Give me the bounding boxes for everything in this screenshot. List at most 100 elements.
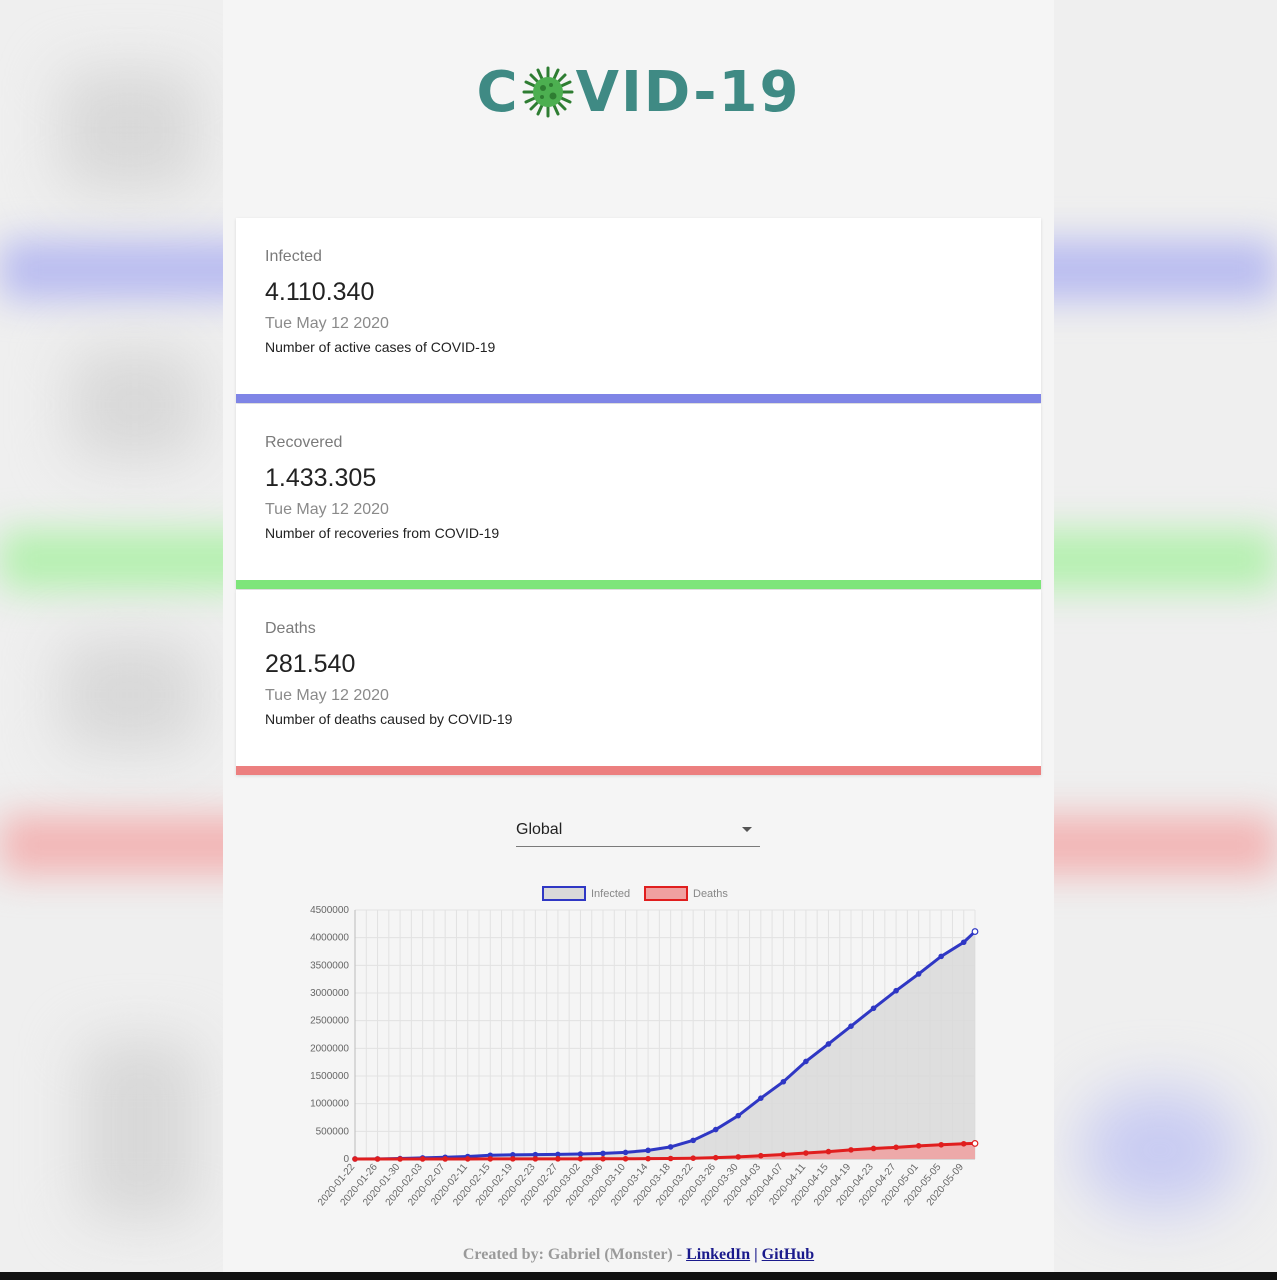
- y-tick-label: 2500000: [310, 1016, 349, 1027]
- data-point: [442, 1156, 448, 1162]
- footer-separator: |: [750, 1246, 762, 1263]
- cases-line-chart: Infected Deaths05000001000000150000020000…: [310, 886, 979, 1208]
- data-point: [555, 1156, 561, 1162]
- logo-text-right: VID-19: [575, 59, 801, 125]
- deaths-card: Deaths 281.540 Tue May 12 2020 Number of…: [236, 590, 1041, 775]
- card-date: Tue May 12 2020: [265, 315, 389, 332]
- card-date: Tue May 12 2020: [265, 687, 389, 704]
- card-description: Number of active cases of COVID-19: [265, 339, 496, 355]
- backdrop-shape: [80, 1040, 200, 1220]
- data-point: [735, 1154, 742, 1160]
- data-point: [600, 1156, 606, 1162]
- data-point: [712, 1126, 719, 1133]
- data-point: [848, 1023, 854, 1030]
- logo-text: C VID-19: [477, 60, 801, 125]
- github-link[interactable]: GitHub: [762, 1246, 814, 1263]
- logo-text-left: C: [476, 59, 520, 125]
- caret-down-icon: [742, 827, 752, 832]
- app-page: C VID-19 Infected 4.110.340 Tue May 12 2…: [223, 0, 1054, 1272]
- data-point: [938, 953, 944, 960]
- recovered-color-bar: [236, 580, 1041, 589]
- card-label: Infected: [265, 248, 322, 265]
- data-point: [419, 1156, 426, 1162]
- data-point: [893, 1144, 899, 1151]
- data-point: [915, 1143, 922, 1149]
- backdrop-shape: [70, 350, 200, 460]
- data-point: [690, 1137, 696, 1144]
- y-tick-label: 3000000: [310, 988, 349, 999]
- infected-color-bar: [236, 394, 1041, 403]
- data-point: [735, 1112, 742, 1119]
- data-point: [971, 928, 979, 935]
- data-point: [938, 1141, 944, 1148]
- card-label: Recovered: [265, 434, 343, 451]
- data-point: [848, 1147, 854, 1153]
- data-point: [780, 1151, 787, 1158]
- data-point: [712, 1154, 719, 1161]
- footer-credit: Created by: Gabriel (Monster) -: [462, 1246, 687, 1263]
- data-point: [600, 1150, 606, 1157]
- data-point: [374, 1156, 381, 1162]
- data-point: [803, 1150, 809, 1156]
- data-point: [893, 987, 899, 994]
- backdrop-shape: [1080, 1090, 1240, 1210]
- data-point: [577, 1151, 584, 1157]
- data-point: [397, 1156, 403, 1162]
- data-point: [960, 939, 967, 946]
- data-point: [960, 1140, 967, 1147]
- data-point: [825, 1148, 832, 1155]
- card-value: 4.110.340: [265, 278, 375, 306]
- data-point: [758, 1152, 764, 1159]
- y-tick-label: 500000: [316, 1126, 350, 1137]
- data-point: [352, 1156, 358, 1162]
- legend-label: Deaths: [693, 888, 728, 900]
- data-point: [622, 1149, 629, 1156]
- backdrop-shape: [60, 640, 200, 750]
- data-point: [915, 971, 922, 977]
- covid-logo: C VID-19: [223, 52, 1054, 132]
- deaths-color-bar: [236, 766, 1041, 775]
- card-date: Tue May 12 2020: [265, 501, 389, 518]
- y-tick-label: 1000000: [310, 1099, 349, 1110]
- backdrop-shape: [60, 70, 200, 190]
- data-point: [532, 1156, 539, 1162]
- legend-swatch: [542, 886, 586, 901]
- data-point: [645, 1147, 651, 1154]
- linkedin-link[interactable]: LinkedIn: [686, 1246, 750, 1263]
- region-select[interactable]: Global: [516, 815, 760, 847]
- card-description: Number of recoveries from COVID-19: [265, 525, 500, 541]
- recovered-card: Recovered 1.433.305 Tue May 12 2020 Numb…: [236, 404, 1041, 589]
- region-select-value: Global: [516, 821, 563, 838]
- virus-icon: [522, 66, 574, 118]
- data-point: [667, 1155, 674, 1162]
- card-label: Deaths: [265, 620, 316, 637]
- legend-swatch: [644, 886, 688, 901]
- data-point: [758, 1095, 764, 1101]
- data-point: [622, 1155, 629, 1162]
- card-value: 1.433.305: [265, 464, 377, 492]
- data-point: [645, 1155, 651, 1162]
- y-tick-label: 1500000: [310, 1071, 349, 1082]
- data-point: [870, 1005, 877, 1012]
- data-point: [487, 1156, 494, 1162]
- infected-card: Infected 4.110.340 Tue May 12 2020 Numbe…: [236, 218, 1041, 403]
- legend-label: Infected: [591, 888, 630, 900]
- data-point: [971, 1140, 979, 1147]
- data-point: [803, 1058, 809, 1065]
- data-point: [577, 1156, 584, 1162]
- y-tick-label: 2000000: [310, 1043, 349, 1054]
- data-point: [870, 1145, 877, 1152]
- y-tick-label: 3500000: [310, 960, 349, 971]
- bottom-edge: [0, 1272, 1277, 1280]
- data-point: [510, 1156, 516, 1162]
- data-point: [780, 1078, 787, 1085]
- y-tick-label: 4500000: [310, 905, 349, 916]
- data-point: [690, 1155, 696, 1161]
- card-description: Number of deaths caused by COVID-19: [265, 711, 513, 727]
- y-tick-label: 4000000: [310, 933, 349, 944]
- data-point: [825, 1041, 832, 1047]
- data-point: [555, 1151, 561, 1158]
- data-point: [464, 1156, 471, 1162]
- card-value: 281.540: [265, 650, 356, 678]
- footer: Created by: Gabriel (Monster) - LinkedIn…: [223, 1246, 1054, 1264]
